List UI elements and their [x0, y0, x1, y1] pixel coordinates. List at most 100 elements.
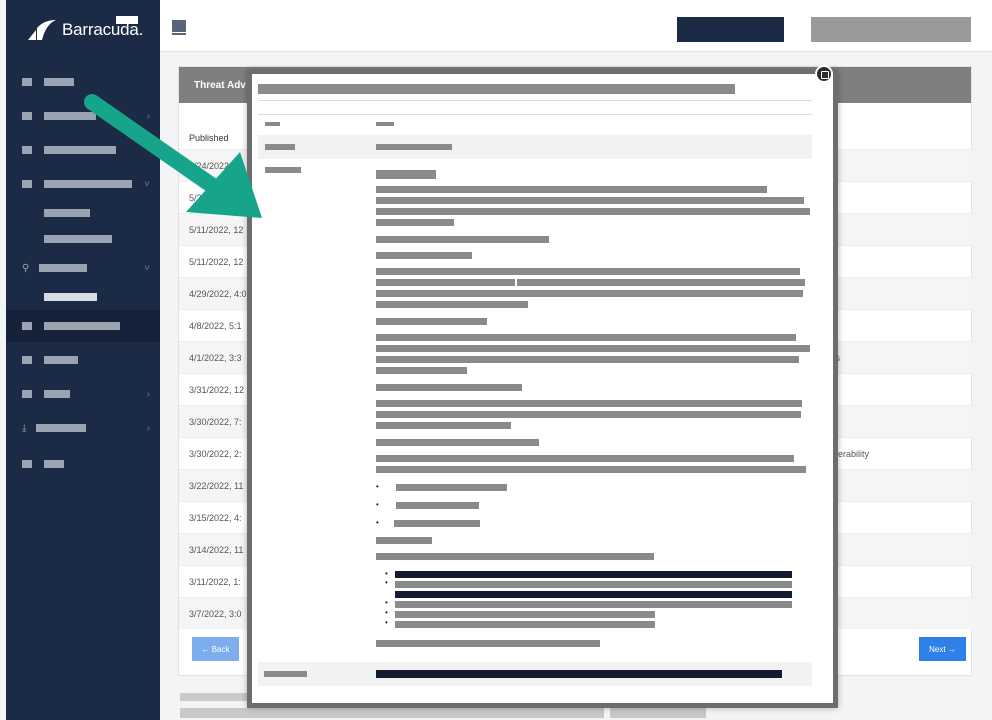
- published-date: 3/31/2022, 12: [189, 385, 245, 395]
- content-line-redacted: [376, 236, 549, 243]
- content-line-redacted: [376, 301, 528, 308]
- secondary-action-button[interactable]: [811, 17, 971, 42]
- bullet-dot: •: [385, 578, 388, 587]
- column-header-published[interactable]: Published: [189, 133, 229, 143]
- content-line-redacted: [376, 400, 802, 407]
- nav-label-redacted: [44, 180, 132, 188]
- nav-item-1[interactable]: [6, 66, 160, 98]
- content-line-redacted: [376, 640, 600, 647]
- content-line-redacted: [376, 318, 487, 325]
- footer-bar: [610, 708, 706, 718]
- content-line-redacted: [376, 208, 810, 215]
- nav-item-5[interactable]: ⚲ ˅: [6, 252, 160, 284]
- primary-action-button[interactable]: [677, 17, 784, 42]
- link-redacted[interactable]: [395, 621, 655, 628]
- nav-label-redacted: [44, 356, 78, 364]
- download-icon: ⤓: [22, 422, 27, 434]
- nav-label-redacted: [44, 146, 116, 154]
- published-date: 3/7/2022, 3:0: [189, 609, 242, 619]
- link-redacted[interactable]: [395, 611, 655, 618]
- chevron-right-icon: ›: [146, 110, 150, 122]
- published-date: 5/24/2022, 11: [189, 161, 244, 171]
- nav-label-redacted: [44, 460, 64, 468]
- field-label-redacted: [264, 671, 307, 677]
- content-line-redacted: [376, 197, 804, 204]
- back-button[interactable]: ← Back: [192, 637, 239, 661]
- content-line-redacted: [376, 455, 794, 462]
- bullet-item-redacted: [396, 502, 479, 509]
- advisory-detail-modal: • • • • • • • •: [247, 70, 838, 708]
- nav-item-4[interactable]: ˅: [6, 168, 160, 200]
- chevron-right-icon: ›: [146, 388, 150, 400]
- bullet-dot: •: [385, 569, 388, 578]
- nav-item-2[interactable]: ›: [6, 100, 160, 132]
- location-pin-icon: ⚲: [22, 262, 30, 274]
- content-line-redacted: [376, 553, 654, 560]
- footer-bar: [180, 708, 604, 718]
- nav-item-8[interactable]: ›: [6, 378, 160, 410]
- bullet-dot: •: [376, 482, 379, 491]
- published-date: 3/15/2022, 4:: [189, 513, 242, 523]
- top-bar: [160, 0, 992, 52]
- bullet-dot: •: [376, 500, 379, 509]
- nav-item-6-active[interactable]: [6, 310, 160, 342]
- content-line-redacted: [376, 384, 522, 391]
- published-date: 4/8/2022, 5:1: [189, 321, 242, 331]
- nav-icon: [22, 78, 32, 86]
- link-redacted[interactable]: [395, 601, 792, 608]
- nav-subitem-1[interactable]: [44, 209, 90, 217]
- field-label-redacted: [265, 144, 295, 150]
- nav-item-3[interactable]: [6, 134, 160, 166]
- content-line-redacted: [376, 219, 454, 226]
- published-date: 3/30/2022, 7:: [189, 417, 242, 427]
- sidebar: Barracuda. › ˅ ⚲ ˅ › ⤓ ›: [6, 0, 160, 720]
- field-label-redacted: [265, 167, 301, 173]
- next-button[interactable]: Next →: [919, 637, 966, 661]
- content-line-redacted: [376, 422, 511, 429]
- logo-accent-bar: [116, 16, 138, 24]
- bullet-item-redacted: [394, 520, 480, 527]
- content-line-redacted: [376, 268, 800, 275]
- published-date: 3/14/2022, 11: [189, 545, 244, 555]
- published-date: 3/30/2022, 2:: [189, 449, 242, 459]
- published-date: 4/1/2022, 3:3: [189, 353, 242, 363]
- link-redacted[interactable]: [395, 591, 792, 598]
- chevron-down-icon: ˅: [144, 262, 150, 274]
- nav-label-redacted: [44, 390, 70, 398]
- published-date: 3/22/2022, 11: [189, 481, 244, 491]
- nav-subitem-2[interactable]: [44, 235, 112, 243]
- nav-label-redacted: [36, 424, 87, 432]
- link-redacted[interactable]: [395, 581, 792, 588]
- bullet-dot: •: [385, 608, 388, 617]
- content-line-redacted: [376, 345, 810, 352]
- link-redacted[interactable]: [376, 670, 782, 678]
- nav-icon: [22, 390, 32, 398]
- menu-toggle-icon[interactable]: [172, 20, 186, 35]
- bullet-item-redacted: [396, 484, 507, 491]
- link-redacted[interactable]: [395, 571, 792, 578]
- content-line-redacted: [376, 356, 799, 363]
- published-date: 5/11/2022, 12: [189, 225, 244, 235]
- nav-label-redacted: [44, 112, 96, 120]
- content-line-redacted: [376, 186, 767, 193]
- bullet-dot: •: [385, 618, 388, 627]
- content-line-redacted: [517, 279, 805, 286]
- content-heading-redacted: [376, 170, 436, 179]
- table-header-redacted: [376, 122, 394, 126]
- nav-item-9[interactable]: ⤓ ›: [6, 412, 160, 444]
- divider: [258, 114, 812, 115]
- field-value-redacted: [376, 144, 452, 150]
- nav-icon: [22, 460, 32, 468]
- footer-bar: [180, 693, 250, 701]
- nav-label-redacted: [44, 322, 120, 330]
- barracuda-logo-icon: [28, 20, 56, 40]
- published-date: 5/2: [189, 193, 202, 203]
- nav-item-7[interactable]: [6, 344, 160, 376]
- content-line-redacted: [376, 439, 539, 446]
- modal-close-icon[interactable]: [815, 65, 833, 83]
- nav-subitem-active[interactable]: [44, 293, 97, 301]
- published-date: 3/11/2022, 1:: [189, 577, 241, 587]
- nav-item-10[interactable]: [6, 448, 160, 480]
- modal-title-redacted: [258, 84, 735, 94]
- nav-icon: [22, 180, 32, 188]
